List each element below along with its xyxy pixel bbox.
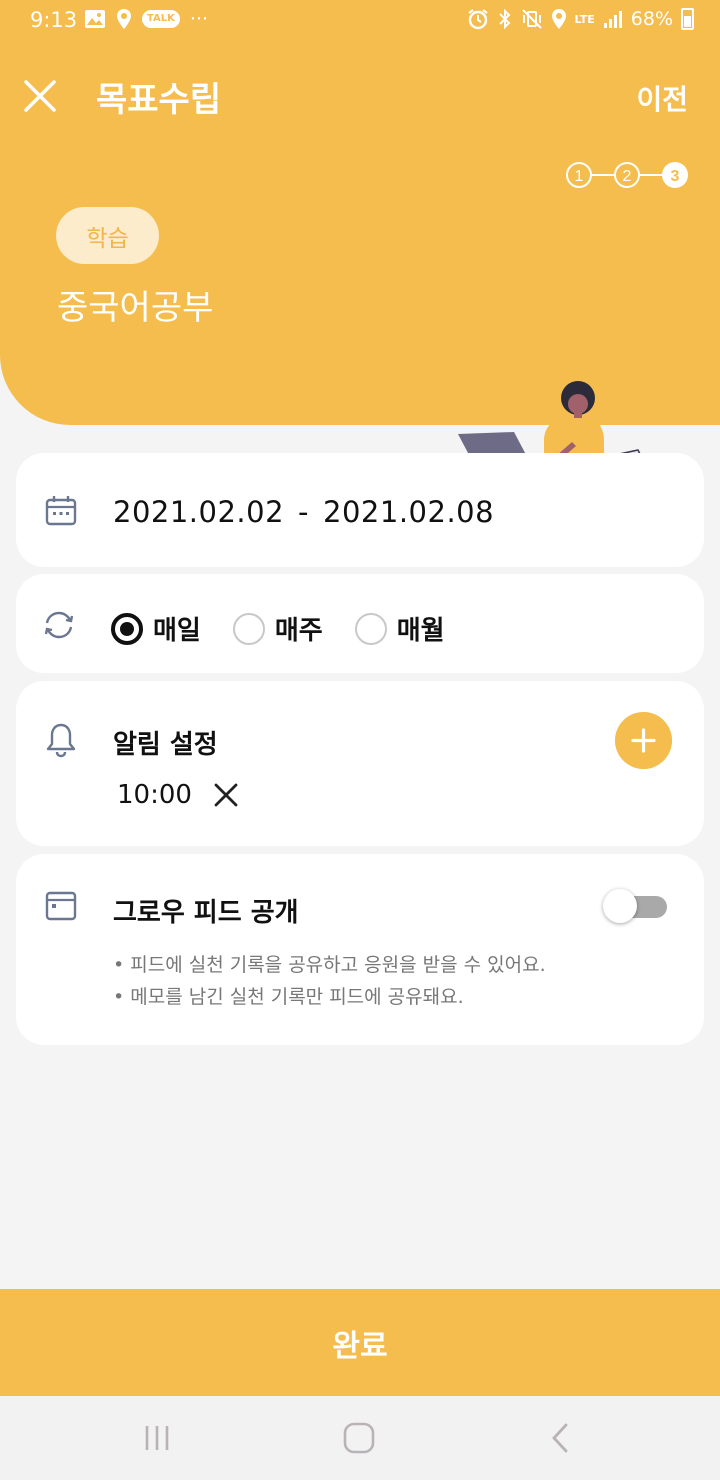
complete-label[interactable]: 완료 bbox=[332, 1321, 387, 1365]
repeat-card: 매일 매주 매월 bbox=[16, 574, 704, 673]
battery-icon bbox=[681, 8, 694, 30]
back-icon[interactable] bbox=[544, 1422, 578, 1454]
more-notifications-icon: ··· bbox=[189, 8, 209, 30]
repeat-weekly-label[interactable]: 매주 bbox=[275, 610, 323, 647]
lte-icon: LTE bbox=[574, 12, 595, 26]
step-1-label: 1 bbox=[575, 168, 584, 185]
location-icon bbox=[551, 9, 566, 29]
repeat-daily-label[interactable]: 매일 bbox=[153, 610, 201, 647]
alarm-title: 알림 설정 bbox=[113, 730, 218, 760]
category-badge: 학습 bbox=[56, 207, 159, 264]
step-3-label: 3 bbox=[671, 168, 680, 185]
battery-percent: 68% bbox=[630, 8, 673, 30]
feed-card: 그로우 피드 공개 • 피드에 실천 기록을 공유하고 응원을 받을 수 있어요… bbox=[16, 854, 704, 1045]
alarm-card: 알림 설정 10:00 bbox=[16, 681, 704, 846]
repeat-icon bbox=[44, 611, 74, 639]
vibrate-mute-icon bbox=[521, 9, 542, 29]
start-date[interactable]: 2021.02.02 bbox=[113, 495, 284, 529]
repeat-weekly-option[interactable]: 매주 bbox=[232, 610, 323, 647]
repeat-daily-option[interactable]: 매일 bbox=[111, 610, 201, 647]
period-range[interactable]: 2021.02.02-2021.02.08 bbox=[113, 495, 494, 529]
recent-apps-icon[interactable] bbox=[140, 1422, 174, 1454]
add-alarm-button[interactable] bbox=[615, 712, 672, 769]
home-icon[interactable] bbox=[342, 1422, 376, 1454]
step-indicator: 1 2 3 bbox=[566, 162, 688, 188]
calendar-icon bbox=[45, 496, 77, 526]
bell-icon bbox=[46, 723, 76, 758]
page-title: 목표수립 bbox=[96, 80, 222, 120]
kakaotalk-icon: TALK bbox=[142, 10, 180, 28]
repeat-monthly-radio[interactable] bbox=[354, 612, 387, 645]
goal-name: 중국어공부 bbox=[57, 288, 214, 328]
feed-note-1: • 피드에 실천 기록을 공유하고 응원을 받을 수 있어요. bbox=[113, 954, 546, 976]
remove-alarm-button[interactable] bbox=[213, 782, 239, 808]
location-icon bbox=[117, 9, 131, 29]
end-date[interactable]: 2021.02.08 bbox=[323, 495, 494, 529]
repeat-options: 매일 매주 매월 bbox=[111, 610, 477, 647]
toggle-knob[interactable] bbox=[603, 889, 637, 923]
repeat-daily-radio[interactable] bbox=[111, 612, 143, 645]
repeat-weekly-radio[interactable] bbox=[232, 612, 265, 645]
feed-window-icon bbox=[45, 891, 77, 921]
close-button[interactable] bbox=[22, 78, 58, 114]
system-nav-bar bbox=[0, 1396, 720, 1480]
feed-note-2: • 메모를 남긴 실천 기록만 피드에 공유돼요. bbox=[113, 986, 464, 1008]
feed-public-toggle[interactable] bbox=[603, 889, 667, 923]
complete-button[interactable]: 완료 bbox=[0, 1289, 720, 1396]
period-card[interactable]: 2021.02.02-2021.02.08 bbox=[16, 453, 704, 567]
signal-icon bbox=[603, 11, 622, 28]
alarm-icon bbox=[467, 9, 488, 30]
repeat-monthly-option[interactable]: 매월 bbox=[354, 610, 445, 647]
step-2-label: 2 bbox=[623, 168, 632, 185]
status-bar: 9:13 TALK ··· LTE 68% bbox=[0, 0, 720, 42]
date-separator: - bbox=[298, 495, 310, 529]
feed-title: 그로우 피드 공개 bbox=[113, 898, 299, 928]
gallery-icon bbox=[85, 10, 105, 28]
status-time: 9:13 bbox=[30, 8, 78, 32]
alarm-time[interactable]: 10:00 bbox=[117, 780, 192, 810]
repeat-monthly-label[interactable]: 매월 bbox=[397, 610, 445, 647]
prev-button[interactable]: 이전 bbox=[636, 78, 688, 118]
bluetooth-icon bbox=[498, 8, 510, 30]
category-label: 학습 bbox=[86, 225, 129, 252]
